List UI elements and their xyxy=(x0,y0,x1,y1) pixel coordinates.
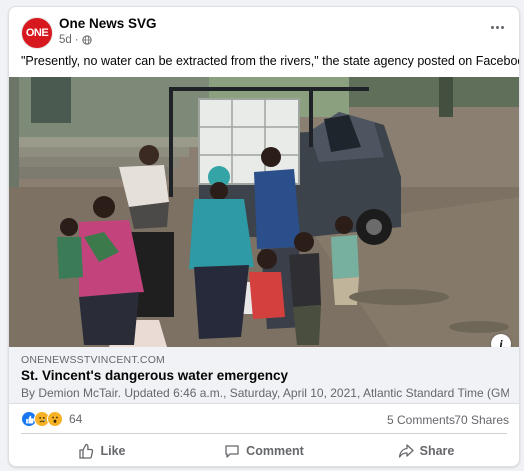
share-button[interactable]: Share xyxy=(345,435,507,466)
comment-button[interactable]: Comment xyxy=(183,435,345,466)
avatar-logo-text: ONE xyxy=(25,27,49,39)
photo-illustration xyxy=(9,77,519,347)
actions-divider xyxy=(21,433,507,434)
ellipsis-icon xyxy=(490,25,494,29)
shares-count[interactable]: 70 Shares xyxy=(454,413,509,427)
post-timestamp[interactable]: 5d xyxy=(59,34,72,46)
page-name-link[interactable]: One News SVG xyxy=(59,16,157,31)
wow-icon xyxy=(47,411,63,427)
link-description: By Demion McTair. Updated 6:46 a.m., Sat… xyxy=(21,386,509,400)
post-caption: "Presently, no water can be extracted fr… xyxy=(21,54,520,68)
meta-separator: · xyxy=(74,34,79,46)
post-actions: Like Comment Share xyxy=(21,435,507,466)
thumbs-up-icon xyxy=(79,443,94,459)
post-card: ONE One News SVG 5d · "Presently, no wat… xyxy=(8,6,520,467)
reactions-summary[interactable]: 64 xyxy=(21,411,82,427)
comment-label: Comment xyxy=(246,444,304,458)
post-stats: 64 5 Comments 70 Shares xyxy=(9,406,519,432)
link-title[interactable]: St. Vincent's dangerous water emergency xyxy=(21,368,288,383)
ellipsis-dot xyxy=(495,25,499,29)
post-photo[interactable] xyxy=(9,77,519,347)
comments-count[interactable]: 5 Comments xyxy=(387,413,455,427)
comment-icon xyxy=(225,445,239,458)
share-icon xyxy=(398,444,414,458)
like-button[interactable]: Like xyxy=(21,435,183,466)
like-label: Like xyxy=(100,444,126,458)
link-domain: ONENEWSSTVINCENT.COM xyxy=(21,354,166,366)
more-options-button[interactable] xyxy=(485,18,509,36)
globe-icon[interactable] xyxy=(81,35,92,45)
page-avatar[interactable]: ONE xyxy=(21,17,53,49)
share-label: Share xyxy=(419,444,455,458)
post-meta: 5d · xyxy=(59,34,92,46)
reaction-count: 64 xyxy=(69,412,83,426)
ellipsis-dot xyxy=(500,25,504,29)
link-preview[interactable]: ONENEWSSTVINCENT.COM St. Vincent's dange… xyxy=(9,347,519,404)
post-header: ONE One News SVG 5d · xyxy=(9,7,519,51)
